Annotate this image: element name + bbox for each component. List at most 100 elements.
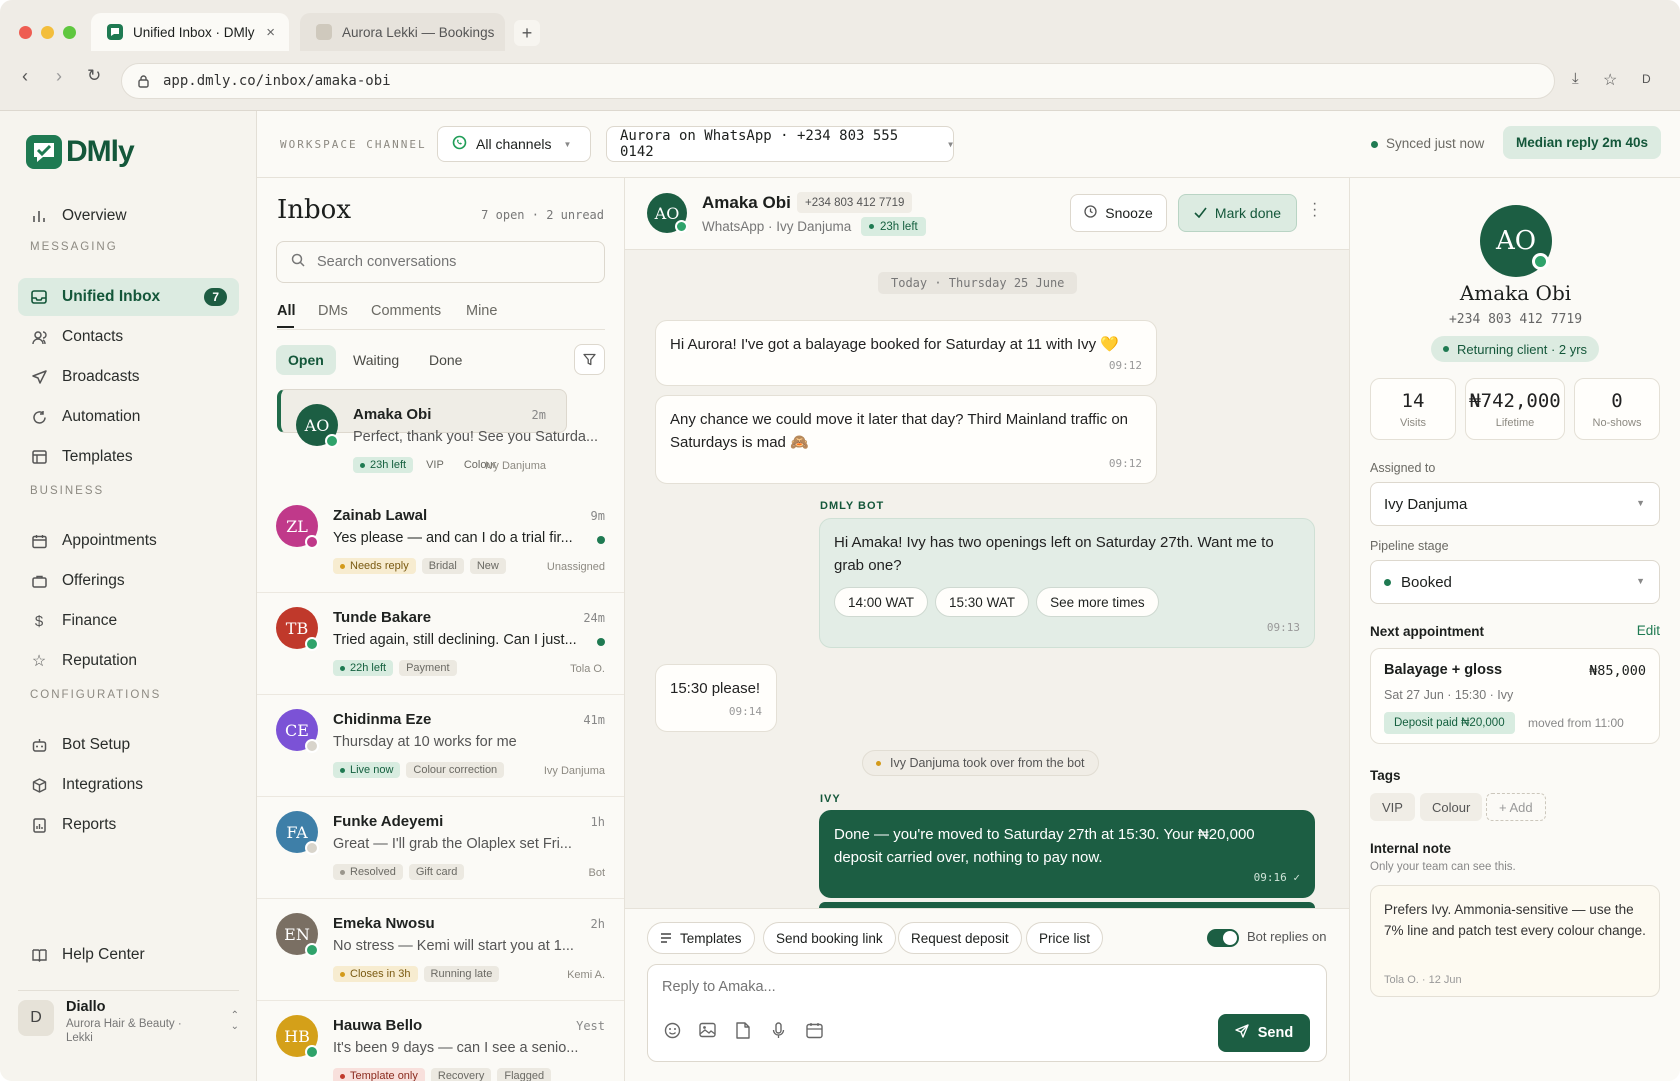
sidebar-item-label: Offerings — [62, 572, 125, 589]
template-only-tag: Template only — [333, 1068, 425, 1081]
assignee: Tola O. — [570, 663, 605, 675]
sidebar-item-label: Help Center — [62, 946, 145, 963]
tag: Payment — [399, 660, 457, 676]
sidebar-item-reputation[interactable]: ☆ Reputation — [18, 642, 239, 680]
number-selector-dropdown[interactable]: Aurora on WhatsApp · +234 803 555 0142 ▼ — [606, 126, 954, 162]
price-list-button[interactable]: Price list — [1026, 922, 1104, 954]
microphone-icon[interactable] — [772, 1022, 785, 1044]
send-icon — [30, 368, 48, 386]
filter-funnel-icon — [583, 353, 596, 366]
quick-reply-option[interactable]: 14:00 WAT — [834, 587, 929, 617]
sidebar-item-overview[interactable]: Overview — [18, 197, 239, 235]
browser-tab-bookings[interactable]: Aurora Lekki — Bookings — [300, 13, 505, 51]
divider — [277, 329, 605, 330]
bookmark-star-icon[interactable]: ☆ — [1603, 70, 1617, 90]
tag-label: Resolved — [350, 866, 396, 878]
sidebar-item-contacts[interactable]: Contacts — [18, 318, 239, 356]
tab-mine[interactable]: Mine — [466, 303, 497, 319]
stat-lifetime: ₦742,000 Lifetime — [1465, 378, 1565, 440]
file-icon[interactable] — [736, 1022, 750, 1044]
assignee-select[interactable]: Ivy Danjuma ▼ — [1370, 482, 1660, 526]
sidebar-item-appointments[interactable]: Appointments — [18, 522, 239, 560]
appointment-card[interactable]: Balayage + gloss ₦85,000 Sat 27 Jun · 15… — [1370, 648, 1660, 744]
reload-icon[interactable]: ↻ — [87, 66, 101, 86]
mark-done-button[interactable]: Mark done — [1178, 194, 1297, 232]
conversation-time: 41m — [583, 713, 605, 727]
download-icon[interactable]: ⤓ — [1572, 70, 1579, 87]
stat-value: 0 — [1611, 390, 1623, 412]
configurations-heading: CONFIGURATIONS — [30, 689, 162, 701]
close-window-button[interactable] — [19, 26, 32, 39]
sidebar-item-label: Templates — [62, 448, 133, 465]
tag-colour[interactable]: Colour — [1420, 793, 1483, 821]
sidebar-item-label: Broadcasts — [62, 368, 140, 385]
sidebar-item-reports[interactable]: Reports — [18, 806, 239, 844]
conversation-item-tunde-bakare[interactable]: TB Tunde Bakare 24m Tried again, still d… — [257, 593, 624, 695]
browser-tab-inbox[interactable]: Unified Inbox · DMly × — [91, 13, 289, 51]
calendar-icon[interactable] — [806, 1022, 823, 1044]
profile-avatar[interactable]: D — [1642, 72, 1651, 86]
internal-note-text: Prefers Ivy. Ammonia-sensitive — use the… — [1384, 902, 1646, 938]
send-button[interactable]: Send — [1218, 1014, 1310, 1052]
tab-all[interactable]: All — [277, 303, 296, 319]
sidebar-item-integrations[interactable]: Integrations — [18, 766, 239, 804]
contact-name: Zainab Lawal — [333, 507, 428, 524]
sidebar-item-templates[interactable]: Templates — [18, 438, 239, 476]
quick-reply-option[interactable]: 15:30 WAT — [935, 587, 1030, 617]
image-icon[interactable] — [699, 1022, 716, 1043]
edit-appointment-link[interactable]: Edit — [1637, 623, 1660, 638]
tag: Gift card — [408, 864, 465, 880]
quick-reply-option[interactable]: See more times — [1036, 587, 1159, 617]
tab-comments[interactable]: Comments — [371, 303, 441, 319]
more-options-icon[interactable]: · · · — [1312, 196, 1317, 224]
close-tab-icon[interactable]: × — [266, 24, 275, 41]
conversation-item-emeka-nwosu[interactable]: EN Emeka Nwosu 2h No stress — Kemi will … — [257, 899, 624, 1001]
sidebar-item-unified-inbox[interactable]: Unified Inbox 7 — [18, 278, 239, 316]
forward-icon[interactable]: › — [56, 66, 62, 87]
new-tab-button[interactable]: + — [514, 20, 540, 46]
search-field[interactable] — [276, 241, 605, 283]
templates-button[interactable]: Templates — [647, 922, 755, 954]
status-tab-open[interactable]: Open — [276, 345, 336, 375]
tab-dms[interactable]: DMs — [318, 303, 348, 319]
snooze-button[interactable]: Snooze — [1070, 194, 1167, 232]
emoji-icon[interactable] — [664, 1022, 681, 1044]
clock-icon — [1084, 205, 1097, 221]
tag-vip[interactable]: VIP — [1370, 793, 1415, 821]
conversation-time: 2h — [590, 917, 605, 931]
sync-status-dot — [1371, 141, 1378, 148]
minimize-window-button[interactable] — [41, 26, 54, 39]
maximize-window-button[interactable] — [63, 26, 76, 39]
conversation-item-funke-adeyemi[interactable]: FA Funke Adeyemi 1h Great — I'll grab th… — [257, 797, 624, 899]
dmly-logo[interactable]: DMly — [26, 135, 135, 169]
conversation-item-chidinma-eze[interactable]: CE Chidinma Eze 41m Thursday at 10 works… — [257, 695, 624, 797]
sidebar-item-offerings[interactable]: Offerings — [18, 562, 239, 600]
conversation-item-hauwa-bello[interactable]: HB Hauwa Bello Yest It's been 9 days — c… — [257, 1001, 624, 1081]
channel-filter-dropdown[interactable]: All channels ▼ — [437, 126, 591, 162]
status-tab-waiting[interactable]: Waiting — [341, 345, 411, 375]
search-input[interactable] — [317, 254, 597, 270]
account-switcher[interactable]: D Diallo Aurora Hair & Beauty · Lekki ⌃ ⌄ — [18, 996, 239, 1062]
request-deposit-button[interactable]: Request deposit — [898, 922, 1022, 954]
add-tag-button[interactable]: + Add — [1486, 793, 1546, 821]
sidebar-item-finance[interactable]: $ Finance — [18, 602, 239, 640]
conversation-item-zainab-lawal[interactable]: ZL Zainab Lawal 9m Yes please — and can … — [257, 491, 624, 593]
sidebar-item-label: Contacts — [62, 328, 124, 345]
sidebar-item-broadcasts[interactable]: Broadcasts — [18, 358, 239, 396]
conversation-item-amaka-obi[interactable]: AO Amaka Obi 2m Perfect, thank you! See … — [277, 389, 598, 473]
pipeline-stage-select[interactable]: Booked ▼ — [1370, 560, 1660, 604]
filter-button[interactable] — [574, 344, 605, 375]
reply-input[interactable] — [662, 979, 1302, 995]
sidebar-item-automation[interactable]: Automation — [18, 398, 239, 436]
status-tab-done[interactable]: Done — [417, 345, 474, 375]
message-time: 09:13 — [1266, 621, 1300, 634]
sidebar-item-help-center[interactable]: Help Center — [18, 936, 239, 974]
composer: Templates Send booking link Request depo… — [625, 908, 1349, 1081]
address-bar[interactable]: app.dmly.co/inbox/amaka-obi — [121, 63, 1555, 99]
internal-note-card[interactable]: Prefers Ivy. Ammonia-sensitive — use the… — [1370, 885, 1660, 997]
sidebar-item-bot-setup[interactable]: Bot Setup — [18, 726, 239, 764]
back-icon[interactable]: ‹ — [22, 66, 28, 87]
bot-replies-toggle[interactable] — [1207, 929, 1239, 947]
send-booking-link-button[interactable]: Send booking link — [763, 922, 896, 954]
status-dot — [869, 224, 874, 229]
